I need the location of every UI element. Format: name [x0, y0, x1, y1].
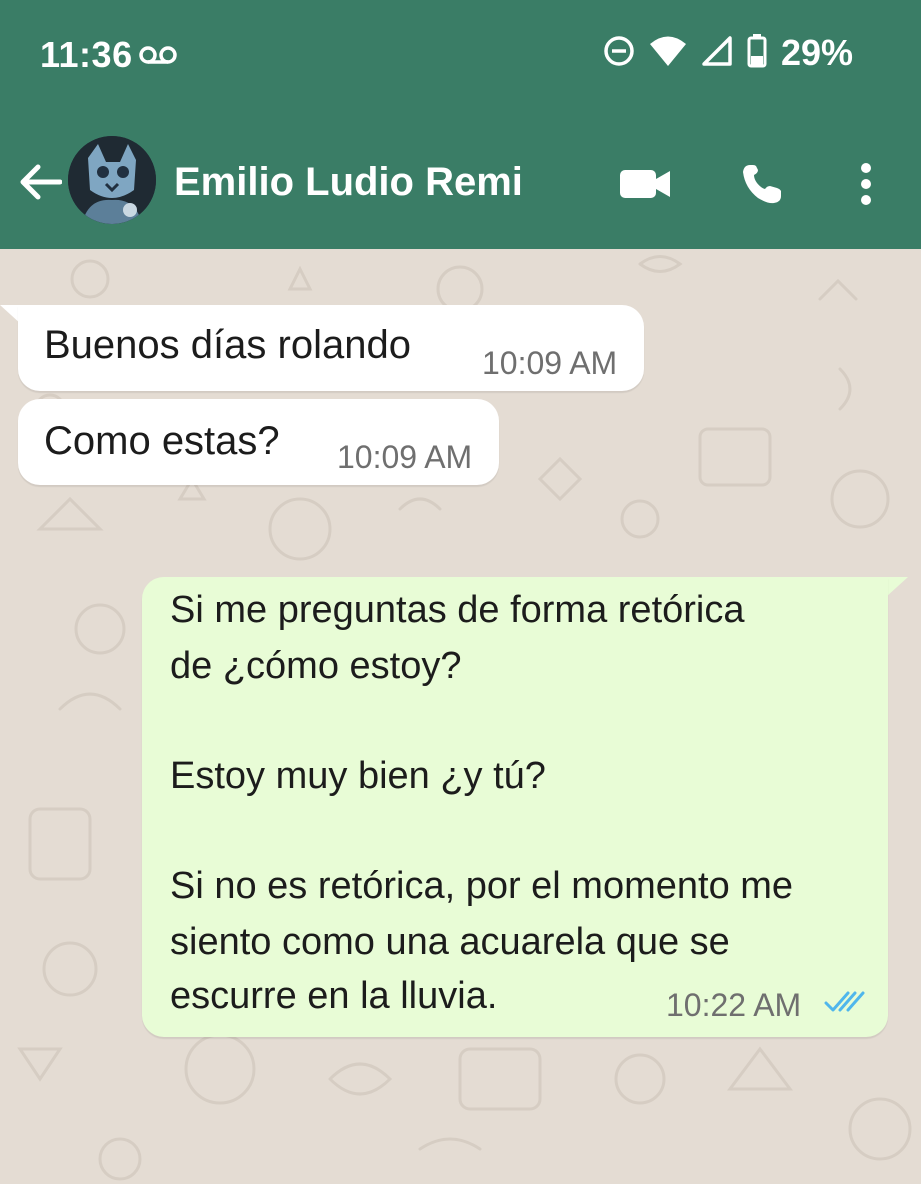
message-line: Si no es retórica, por el momento me — [170, 865, 794, 907]
message-time: 10:09 AM — [482, 345, 618, 381]
wifi-icon — [649, 35, 687, 72]
message-time: 10:09 AM — [337, 439, 473, 475]
contact-name[interactable]: Emilio Ludio Remi — [174, 160, 523, 205]
message-time: 10:22 AM — [666, 987, 802, 1023]
message-text: Buenos días rolando — [44, 323, 411, 367]
more-options-icon[interactable] — [858, 162, 874, 211]
message-line: Si me preguntas de forma retórica — [170, 589, 745, 631]
battery-icon — [747, 33, 767, 73]
status-icons: 29% — [603, 32, 853, 74]
outgoing-message[interactable]: Si me preguntas de forma retórica de ¿có… — [142, 577, 888, 1037]
message-line: Estoy muy bien ¿y tú? — [170, 755, 546, 797]
status-bar: 11:36 29% — [0, 0, 921, 110]
incoming-message[interactable]: Buenos días rolando 10:09 AM — [18, 305, 644, 391]
message-text: Como estas? — [44, 419, 280, 463]
read-receipt-icon — [824, 989, 866, 1020]
chat-header: Emilio Ludio Remi — [0, 110, 921, 249]
do-not-disturb-icon — [603, 35, 635, 72]
status-time: 11:36 — [40, 34, 133, 75]
avatar[interactable] — [68, 136, 156, 224]
phone-icon[interactable] — [740, 162, 784, 211]
signal-icon — [701, 35, 733, 72]
message-line: escurre en la lluvia. — [170, 975, 498, 1017]
incoming-message[interactable]: Como estas? 10:09 AM — [18, 399, 499, 485]
voicemail-icon — [138, 44, 178, 71]
chat-area[interactable]: Buenos días rolando 10:09 AM Como estas?… — [0, 249, 921, 1184]
video-call-icon[interactable] — [620, 168, 670, 205]
bubble-tail — [886, 577, 908, 597]
battery-percentage: 29% — [780, 32, 853, 73]
back-arrow-icon[interactable] — [18, 162, 63, 207]
message-line: de ¿cómo estoy? — [170, 645, 462, 687]
message-line: siento como una acuarela que se — [170, 921, 730, 963]
